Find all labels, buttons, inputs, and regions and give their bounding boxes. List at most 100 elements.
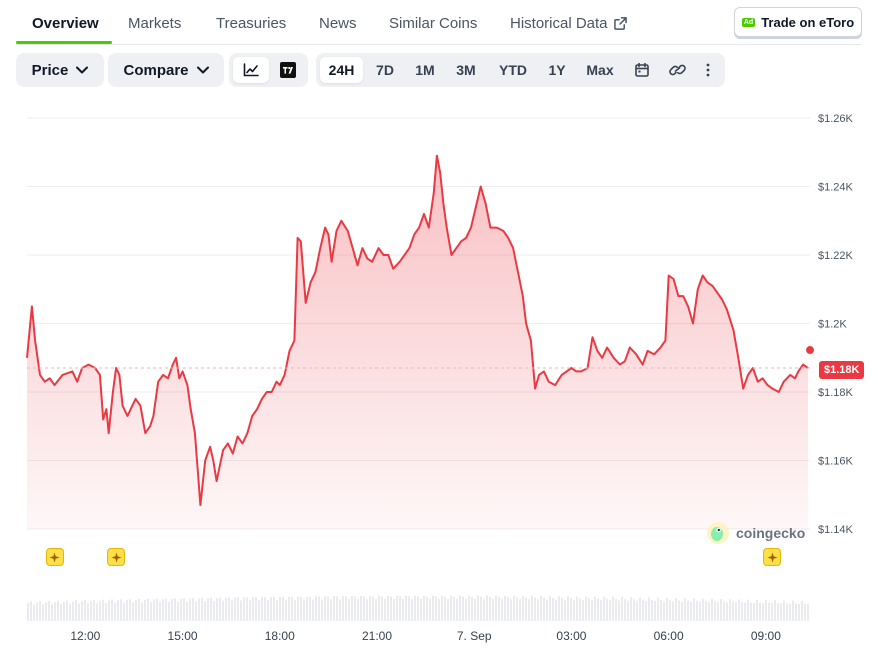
volume-bar	[471, 596, 473, 621]
volume-bar	[807, 604, 809, 621]
watermark-text: coingecko	[736, 525, 806, 541]
tab-historical-data[interactable]: Historical Data	[510, 15, 627, 32]
volume-bar	[117, 600, 119, 621]
tradingview-icon	[280, 62, 296, 78]
tradingview-button[interactable]	[271, 57, 305, 83]
volume-bar	[306, 596, 308, 621]
volume-bar	[438, 598, 440, 621]
more-options-button[interactable]	[698, 57, 718, 83]
volume-bar	[267, 600, 269, 621]
volume-bar	[102, 599, 104, 621]
range-7d-button[interactable]: 7D	[366, 57, 404, 83]
tabs-divider	[16, 44, 862, 45]
range-max-button[interactable]: Max	[580, 57, 620, 83]
volume-bar	[627, 600, 629, 621]
volume-bar	[264, 597, 266, 621]
volume-bar	[30, 601, 32, 621]
volume-bar	[657, 597, 659, 621]
chart-type-toggle	[229, 53, 308, 87]
range-1y-button[interactable]: 1Y	[540, 57, 574, 83]
trade-on-etoro-button[interactable]: Ad Trade on eToro	[734, 7, 862, 37]
news-event-marker[interactable]	[763, 548, 782, 566]
volume-bar	[318, 596, 320, 621]
volume-bar	[162, 599, 164, 621]
volume-bar	[234, 597, 236, 621]
volume-bar	[108, 600, 110, 621]
y-tick-label: $1.24K	[818, 182, 854, 194]
sparkle-icon	[767, 551, 778, 563]
volume-bar	[669, 600, 671, 621]
current-price-tag: $1.18K	[819, 361, 865, 379]
volume-bar	[339, 599, 341, 621]
volume-bar	[66, 600, 68, 621]
volume-bar	[144, 599, 146, 621]
volume-bar	[48, 600, 50, 621]
tab-overview[interactable]: Overview	[32, 15, 99, 32]
volume-bar	[519, 599, 521, 621]
volume-bar	[549, 596, 551, 621]
price-chart[interactable]: $1.26K $1.24K $1.22K $1.2K $1.18K $1.16K $1.14…	[0, 100, 878, 651]
volume-bar	[363, 596, 365, 621]
volume-bar	[729, 599, 731, 621]
x-tick-label: 12:00	[70, 629, 100, 643]
range-1m-button[interactable]: 1M	[406, 57, 444, 83]
volume-bar	[237, 597, 239, 621]
volume-bar	[201, 597, 203, 621]
range-label: 24H	[328, 62, 355, 78]
compare-dropdown[interactable]: Compare	[108, 53, 224, 87]
volume-bar	[225, 597, 227, 621]
tab-markets[interactable]: Markets	[128, 15, 181, 32]
chevron-down-icon	[76, 66, 89, 74]
range-ytd-button[interactable]: YTD	[492, 57, 534, 83]
volume-bar	[417, 596, 419, 621]
tab-similar-coins[interactable]: Similar Coins	[389, 15, 477, 32]
volume-bar	[786, 603, 788, 621]
volume-bar	[252, 597, 254, 621]
range-3m-button[interactable]: 3M	[447, 57, 485, 83]
news-event-marker[interactable]	[107, 548, 126, 566]
tab-treasuries[interactable]: Treasuries	[216, 15, 286, 32]
volume-bar	[753, 602, 755, 621]
volume-bar	[642, 599, 644, 621]
price-dropdown[interactable]: Price	[16, 53, 104, 87]
volume-bar	[39, 601, 41, 621]
volume-bar	[633, 599, 635, 621]
volume-bar	[384, 599, 386, 621]
volume-bar	[186, 601, 188, 621]
y-tick-label: $1.18K	[818, 387, 854, 399]
x-tick-label: 21:00	[362, 629, 392, 643]
y-tick-label: $1.16K	[818, 456, 854, 468]
volume-bar	[120, 599, 122, 621]
volume-bar	[555, 599, 557, 621]
volume-bar	[198, 598, 200, 621]
news-event-marker[interactable]	[45, 548, 64, 566]
range-24h-button[interactable]: 24H	[320, 57, 363, 83]
volume-bar	[393, 598, 395, 621]
y-tick-label: $1.14K	[818, 524, 854, 536]
volume-bar	[804, 603, 806, 621]
volume-bar	[723, 601, 725, 621]
volume-bar	[285, 599, 287, 621]
volume-bar	[798, 603, 800, 621]
volume-bar	[69, 603, 71, 621]
volume-bar	[486, 595, 488, 621]
tab-news[interactable]: News	[319, 15, 357, 32]
link-icon	[668, 64, 686, 76]
tab-label: Historical Data	[510, 15, 608, 32]
coingecko-logo-icon	[707, 522, 729, 544]
volume-bar	[75, 600, 77, 621]
volume-bar	[477, 595, 479, 621]
calendar-button[interactable]	[628, 57, 656, 83]
volume-bar	[573, 599, 575, 621]
volume-bar	[372, 596, 374, 621]
volume-bar	[354, 596, 356, 621]
tab-label: Similar Coins	[389, 15, 478, 32]
volume-bar	[333, 596, 335, 621]
volume-bar	[492, 599, 494, 621]
volume-bar	[294, 599, 296, 621]
volume-bar	[159, 601, 161, 621]
line-chart-button[interactable]	[233, 57, 269, 83]
volume-bar	[444, 596, 446, 621]
volume-bar	[243, 597, 245, 621]
share-link-button[interactable]	[663, 57, 691, 83]
